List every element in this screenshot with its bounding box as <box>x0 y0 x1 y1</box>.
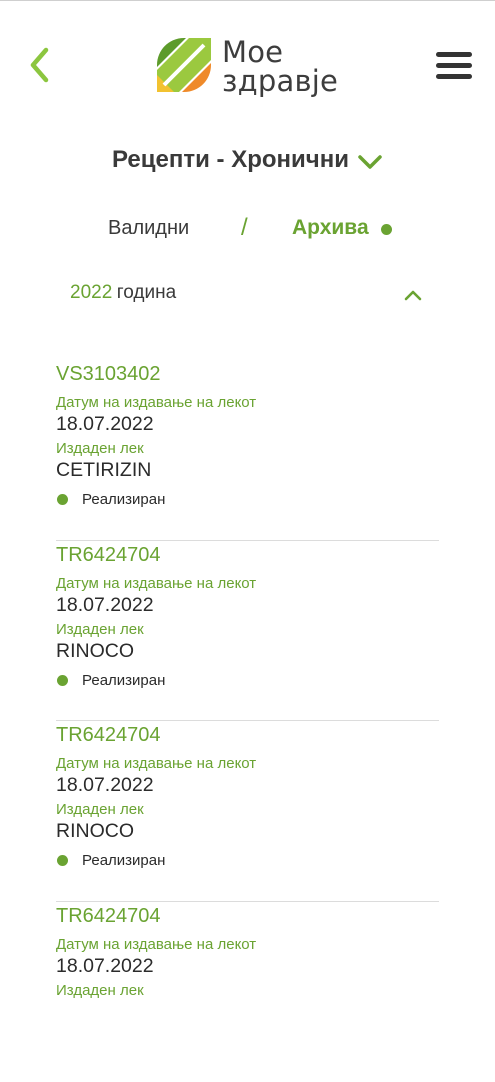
chevron-down-icon <box>357 154 383 170</box>
hamburger-menu-icon[interactable] <box>436 52 472 80</box>
prescription-item[interactable]: VS3103402 Датум на издавање на лекот 18.… <box>56 360 439 541</box>
logo-text-line2: здравје <box>222 67 338 96</box>
status-text: Реализиран <box>82 491 165 508</box>
drug-name: CETIRIZIN <box>56 459 151 482</box>
tab-valid[interactable]: Валидни <box>108 217 189 240</box>
chevron-up-icon[interactable] <box>403 288 423 302</box>
prescription-item[interactable]: TR6424704 Датум на издавање на лекот 18.… <box>56 721 439 902</box>
back-button[interactable] <box>22 42 62 88</box>
prescription-code: VS3103402 <box>56 363 161 386</box>
prescription-item[interactable]: TR6424704 Датум на издавање на лекот 18.… <box>56 541 439 722</box>
logo-mark-icon <box>155 36 213 94</box>
year-group-header[interactable]: 2022 година <box>70 282 430 312</box>
issue-date: 18.07.2022 <box>56 594 154 617</box>
chevron-left-icon <box>22 42 62 88</box>
issue-date: 18.07.2022 <box>56 774 154 797</box>
drug-name: RINOCO <box>56 820 134 843</box>
prescription-code: TR6424704 <box>56 544 161 567</box>
tab-archive[interactable]: Архива <box>292 216 369 240</box>
status-dot <box>57 675 68 686</box>
prescription-item[interactable]: TR6424704 Датум на издавање на лекот 18.… <box>56 902 439 1082</box>
year-number: 2022 <box>70 282 112 303</box>
active-tab-indicator <box>381 224 392 235</box>
logo-text-line1: Мое <box>222 38 283 67</box>
issue-date: 18.07.2022 <box>56 955 154 978</box>
prescription-code: TR6424704 <box>56 724 161 747</box>
status-text: Реализиран <box>82 672 165 689</box>
issue-date-label: Датум на издавање на лекот <box>56 755 256 772</box>
drug-label: Издаден лек <box>56 621 144 638</box>
tab-separator: / <box>241 214 248 242</box>
app-header: Мое здравје <box>0 0 495 120</box>
year-label: година <box>117 282 176 303</box>
issue-date-label: Датум на издавање на лекот <box>56 936 256 953</box>
drug-label: Издаден лек <box>56 801 144 818</box>
drug-label: Издаден лек <box>56 982 144 999</box>
title-dropdown[interactable]: Рецепти - Хронични <box>0 140 495 180</box>
issue-date-label: Датум на издавање на лекот <box>56 394 256 411</box>
prescription-list: VS3103402 Датум на издавање на лекот 18.… <box>56 360 439 1082</box>
issue-date-label: Датум на издавање на лекот <box>56 575 256 592</box>
page-title: Рецепти - Хронични <box>112 146 349 174</box>
drug-name: RINOCO <box>56 640 134 663</box>
app-logo: Мое здравје <box>155 36 355 100</box>
status-dot <box>57 494 68 505</box>
issue-date: 18.07.2022 <box>56 413 154 436</box>
status-dot <box>57 855 68 866</box>
status-text: Реализиран <box>82 852 165 869</box>
tabs: Валидни / Архива <box>0 210 495 250</box>
prescription-code: TR6424704 <box>56 905 161 928</box>
drug-label: Издаден лек <box>56 440 144 457</box>
